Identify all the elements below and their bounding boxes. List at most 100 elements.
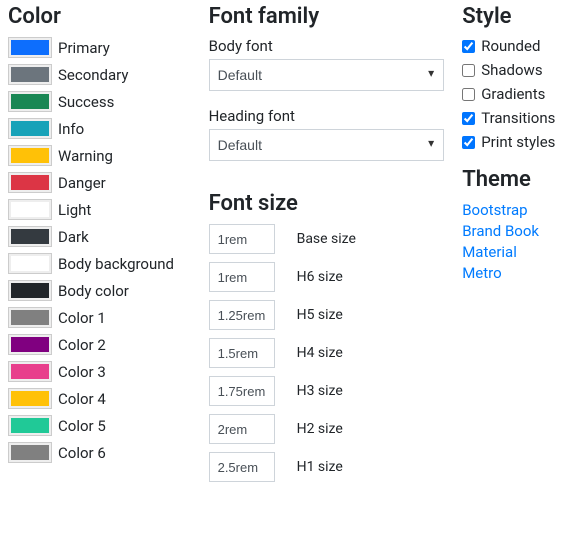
color-row: Color 3: [8, 361, 191, 382]
theme-link[interactable]: Brand Book: [462, 221, 580, 242]
style-checkbox[interactable]: [462, 40, 475, 53]
theme-link[interactable]: Bootstrap: [462, 200, 580, 221]
font-size-input[interactable]: [209, 224, 275, 254]
font-size-row: Base size: [209, 224, 445, 254]
theme-link[interactable]: Material: [462, 242, 580, 263]
color-label: Warning: [58, 147, 113, 165]
style-section: Style Rounded Shadows Gradients Transitions…: [462, 4, 580, 490]
color-swatch[interactable]: [8, 64, 52, 85]
color-label: Color 1: [58, 309, 106, 327]
color-swatch[interactable]: [8, 415, 52, 436]
color-row: Light: [8, 199, 191, 220]
font-size-row: H4 size: [209, 338, 445, 368]
theme-heading: Theme: [462, 167, 580, 192]
color-row: Color 4: [8, 388, 191, 409]
font-size-label: H2 size: [297, 421, 343, 437]
style-option[interactable]: Print styles: [462, 133, 580, 151]
color-label: Color 3: [58, 363, 106, 381]
color-swatch[interactable]: [8, 253, 52, 274]
color-row: Dark: [8, 226, 191, 247]
font-size-input[interactable]: [209, 300, 275, 330]
font-size-label: H4 size: [297, 345, 343, 361]
style-option-label: Print styles: [481, 133, 555, 151]
style-option-label: Shadows: [481, 61, 542, 79]
color-label: Color 5: [58, 417, 106, 435]
font-size-label: H6 size: [297, 269, 343, 285]
color-label: Danger: [58, 174, 106, 192]
body-font-select[interactable]: Default: [209, 59, 445, 91]
color-label: Light: [58, 201, 91, 219]
color-label: Body color: [58, 282, 129, 300]
color-label: Body background: [58, 255, 174, 273]
color-row: Danger: [8, 172, 191, 193]
font-size-label: H1 size: [297, 459, 343, 475]
color-label: Info: [58, 120, 84, 138]
color-swatch[interactable]: [8, 226, 52, 247]
font-size-input[interactable]: [209, 338, 275, 368]
font-size-label: H3 size: [297, 383, 343, 399]
color-swatch[interactable]: [8, 307, 52, 328]
color-row: Body color: [8, 280, 191, 301]
color-swatch[interactable]: [8, 442, 52, 463]
heading-font-select[interactable]: Default: [209, 129, 445, 161]
font-size-input[interactable]: [209, 414, 275, 444]
color-swatch[interactable]: [8, 37, 52, 58]
color-row: Color 1: [8, 307, 191, 328]
style-heading: Style: [462, 4, 580, 29]
font-section: Font family Body font Default Heading fo…: [209, 4, 445, 490]
color-swatch[interactable]: [8, 118, 52, 139]
style-option-label: Gradients: [481, 85, 545, 103]
font-family-heading: Font family: [209, 4, 445, 29]
font-size-heading: Font size: [209, 191, 445, 216]
color-swatch[interactable]: [8, 145, 52, 166]
style-option[interactable]: Transitions: [462, 109, 580, 127]
heading-font-label: Heading font: [209, 107, 445, 125]
style-checkbox[interactable]: [462, 136, 475, 149]
color-label: Color 2: [58, 336, 106, 354]
color-swatch[interactable]: [8, 334, 52, 355]
body-font-label: Body font: [209, 37, 445, 55]
font-size-input[interactable]: [209, 452, 275, 482]
font-size-row: H3 size: [209, 376, 445, 406]
color-label: Color 6: [58, 444, 106, 462]
color-swatch[interactable]: [8, 361, 52, 382]
font-size-row: H6 size: [209, 262, 445, 292]
color-row: Color 5: [8, 415, 191, 436]
color-row: Color 6: [8, 442, 191, 463]
style-option[interactable]: Shadows: [462, 61, 580, 79]
color-row: Color 2: [8, 334, 191, 355]
font-size-label: H5 size: [297, 307, 343, 323]
color-label: Color 4: [58, 390, 106, 408]
color-label: Primary: [58, 39, 110, 57]
font-size-input[interactable]: [209, 262, 275, 292]
color-row: Info: [8, 118, 191, 139]
color-row: Success: [8, 91, 191, 112]
font-size-row: H2 size: [209, 414, 445, 444]
color-label: Dark: [58, 228, 89, 246]
color-label: Success: [58, 93, 114, 111]
style-option-label: Rounded: [481, 37, 540, 55]
style-checkbox[interactable]: [462, 88, 475, 101]
color-swatch[interactable]: [8, 91, 52, 112]
style-option[interactable]: Rounded: [462, 37, 580, 55]
color-row: Warning: [8, 145, 191, 166]
style-checkbox[interactable]: [462, 112, 475, 125]
style-checkbox[interactable]: [462, 64, 475, 77]
font-size-row: H1 size: [209, 452, 445, 482]
color-row: Primary: [8, 37, 191, 58]
font-size-label: Base size: [297, 231, 356, 247]
style-option-label: Transitions: [481, 109, 555, 127]
color-section: Color Primary Secondary Success Info Warning…: [8, 4, 191, 490]
font-size-row: H5 size: [209, 300, 445, 330]
theme-link[interactable]: Metro: [462, 263, 580, 284]
color-row: Body background: [8, 253, 191, 274]
color-swatch[interactable]: [8, 388, 52, 409]
color-swatch[interactable]: [8, 280, 52, 301]
color-swatch[interactable]: [8, 172, 52, 193]
color-row: Secondary: [8, 64, 191, 85]
color-swatch[interactable]: [8, 199, 52, 220]
color-heading: Color: [8, 4, 191, 29]
color-label: Secondary: [58, 66, 128, 84]
style-option[interactable]: Gradients: [462, 85, 580, 103]
font-size-input[interactable]: [209, 376, 275, 406]
